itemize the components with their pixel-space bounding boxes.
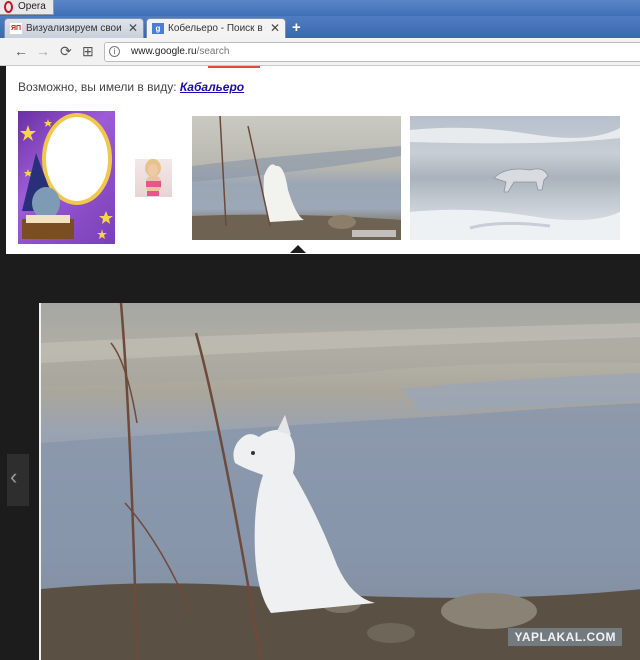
fox-sitting-thumb-image [192,116,401,240]
address-url[interactable]: www.google.ru/search [131,46,229,57]
previous-image-button[interactable]: ‹ [7,454,29,506]
did-you-mean: Возможно, вы имели в виду: Кабальеро [18,80,244,94]
opera-menu-label: Opera [18,1,46,12]
address-bar[interactable]: i www.google.ru/search [104,42,640,62]
chevron-left-icon: ‹ [10,464,18,489]
large-preview-image[interactable]: YAPLAKAL.COM [39,303,640,660]
tab-close-icon[interactable]: ✕ [270,21,280,35]
arctic-fox-photo [41,303,640,660]
tab-close-icon[interactable]: ✕ [128,21,138,35]
tab-title: Визуализируем свои ни... [26,23,124,34]
tab-title: Кобельеро - Поиск в Goo [168,23,266,34]
did-you-mean-prefix: Возможно, вы имели в виду: [18,80,177,94]
tab-strip: ЯП Визуализируем свои ни... ✕ g Кобельер… [0,16,640,38]
fox-walking-thumb-image [410,127,620,240]
new-tab-button[interactable]: + [292,19,301,36]
selected-image-pointer [290,245,306,253]
image-thumbnail-fox-sitting[interactable] [192,116,401,240]
opera-menu-button[interactable]: Opera [0,0,54,15]
arrow-left-icon[interactable]: ← [14,43,28,59]
arrow-right-icon[interactable]: → [36,43,50,59]
image-viewer: ‹ YAPLAKAL.COM [0,254,640,660]
reload-icon[interactable]: ⟳ [60,43,72,60]
watermark: YAPLAKAL.COM [508,628,622,646]
suggestion-link[interactable]: Кабальеро [180,80,244,94]
girl-image [145,159,161,196]
active-tab-indicator [208,66,260,68]
tab-google-search[interactable]: g Кобельеро - Поиск в Goo ✕ [146,18,286,38]
search-results: Возможно, вы имели в виду: Кабальеро [6,66,640,254]
address-domain: www.google.ru [131,46,197,57]
navigation-bar: ← → ⟳ ⊞ i www.google.ru/search [0,38,640,66]
title-bar: Opera [0,0,640,16]
wizard-frame-image [20,113,113,239]
grid-icon[interactable]: ⊞ [82,43,94,60]
tab-yaplakal[interactable]: ЯП Визуализируем свои ни... ✕ [4,18,144,38]
address-path: /search [196,46,230,57]
info-icon[interactable]: i [109,46,120,57]
google-favicon-icon: g [152,23,164,34]
image-thumbnail-wizard[interactable] [18,111,115,244]
image-thumbnail-girl[interactable] [135,159,172,197]
image-thumbnail-fox-walking[interactable] [410,116,620,240]
yaplakal-favicon-icon: ЯП [10,23,22,34]
opera-logo-icon [4,1,13,13]
